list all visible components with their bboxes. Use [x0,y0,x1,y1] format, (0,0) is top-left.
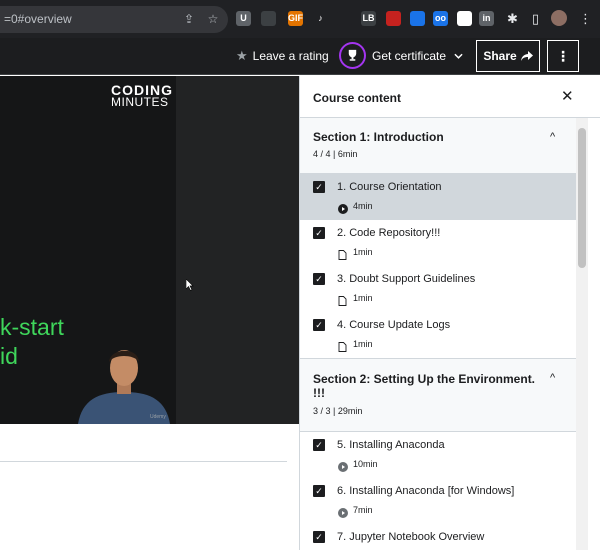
more-vertical-icon: ⋮ [556,47,570,64]
lecture-item[interactable]: ✓ 1. Course Orientation 4min [300,174,576,220]
divider [0,461,287,462]
completed-checkbox[interactable]: ✓ [313,319,325,331]
close-sidebar-icon[interactable]: ✕ [561,89,574,104]
mouse-cursor-icon [186,279,194,291]
section-2-header[interactable]: Section 2: Setting Up the Environment. !… [300,358,576,432]
article-file-icon [338,339,348,352]
lecture-duration: 4min [353,201,373,211]
qr-ext-icon[interactable] [457,11,472,26]
logo-line-2: MINUTES [111,95,169,109]
presenter-webcam [74,338,174,424]
article-file-icon [338,247,348,260]
lecture-item[interactable]: ✓ 4. Course Update Logs 1min [300,312,576,358]
completed-checkbox[interactable]: ✓ [313,485,325,497]
star-icon: ★ [236,48,248,63]
lecture-title: 6. Installing Anaconda [for Windows] [337,485,515,497]
course-content-sidebar: Course content ✕ Section 1: Introduction… [299,76,600,550]
pen-ext-icon[interactable] [337,11,352,26]
react-ext-icon[interactable] [410,11,425,26]
video-watermark: Udemy [150,414,166,420]
lb-ext-icon[interactable]: LB [361,11,376,26]
lecture-duration: 1min [353,247,373,257]
lecture-title: 7. Jupyter Notebook Overview [337,531,485,543]
url-text[interactable]: =0#overview [4,12,72,26]
share-label: Share [483,49,517,63]
lecture-title: 2. Code Repository!!! [337,227,441,239]
slide-text-line-2: id [0,343,18,369]
lecture-duration: 7min [353,505,373,515]
get-certificate-label: Get certificate [372,48,447,63]
lecture-duration: 10min [353,459,378,469]
lecture-duration: 1min [353,293,373,303]
section-title-line-2: !!! [313,386,325,400]
share-page-icon[interactable]: ⇪ [181,11,197,27]
sidebar-title: Course content [313,91,402,105]
oo-ext-icon[interactable]: oo [433,11,448,26]
red-ext-icon[interactable] [386,11,401,26]
lecture-item[interactable]: ✓ 5. Installing Anaconda 10min [300,432,576,478]
more-options-button[interactable]: ⋮ [547,40,579,72]
completed-checkbox[interactable]: ✓ [313,531,325,543]
gif-ext-icon[interactable]: GIF [288,11,303,26]
chrome-menu-icon[interactable]: ⋮ [577,10,594,27]
chevron-up-icon: ^ [550,131,556,143]
extensions-puzzle-icon[interactable]: ✱ [504,10,521,27]
lecture-duration: 1min [353,339,373,349]
section-1-header[interactable]: Section 1: Introduction 4 / 4 | 6min ^ [300,118,576,174]
address-bar[interactable]: =0#overview ⇪ ☆ [0,6,228,33]
scrollbar-thumb[interactable] [578,128,586,268]
sidebar-header: Course content ✕ [300,76,600,118]
lecture-title: 1. Course Orientation [337,181,442,193]
li-ext-icon[interactable]: in [479,11,494,26]
chevron-up-icon: ^ [550,372,556,384]
section-meta: 4 / 4 | 6min [313,149,358,159]
get-certificate-button[interactable]: Get certificate [339,42,463,69]
video-dark-panel [176,76,299,424]
u-ext-icon[interactable]: U [236,11,251,26]
lecture-item[interactable]: ✓ 6. Installing Anaconda [for Windows] 7mi… [300,478,576,524]
lecture-title: 3. Doubt Support Guidelines [337,273,476,285]
translate-ext-icon[interactable] [261,11,276,26]
course-header: ★ Leave a rating Get certificate Share ⋮ [0,38,600,75]
share-arrow-icon [520,51,533,61]
slide-text-line-1: k-start [0,314,64,340]
play-circle-icon [338,459,348,472]
browser-toolbar: =0#overview ⇪ ☆ U GIF ♪ LB oo in ✱ ▯ ⋮ [0,0,600,38]
completed-checkbox[interactable]: ✓ [313,181,325,193]
lecture-item[interactable]: ✓ 7. Jupyter Notebook Overview [300,524,576,550]
leave-rating-label: Leave a rating [252,49,329,63]
section-meta: 3 / 3 | 29min [313,406,363,416]
article-file-icon [338,293,348,306]
lecture-title: 5. Installing Anaconda [337,439,445,451]
music-ext-icon[interactable]: ♪ [313,11,328,26]
leave-rating-button[interactable]: ★ Leave a rating [236,48,329,64]
play-circle-icon [338,505,348,518]
profile-avatar[interactable] [551,10,567,26]
chevron-down-icon [454,53,463,59]
section-title-line-1: Section 2: Setting Up the Environment. [313,372,536,386]
video-player[interactable]: CODING MINUTES k-start id Udemy [0,76,299,424]
section-title: Section 1: Introduction [313,130,444,144]
coding-minutes-logo: CODING MINUTES [111,83,173,109]
course-overview-area [0,424,299,550]
lecture-title: 4. Course Update Logs [337,319,451,331]
completed-checkbox[interactable]: ✓ [313,439,325,451]
completed-checkbox[interactable]: ✓ [313,227,325,239]
lecture-item[interactable]: ✓ 2. Code Repository!!! 1min [300,220,576,266]
lecture-item[interactable]: ✓ 3. Doubt Support Guidelines 1min [300,266,576,312]
trophy-icon [339,42,366,69]
side-panel-icon[interactable]: ▯ [527,10,544,27]
bookmark-star-icon[interactable]: ☆ [205,11,221,27]
share-button[interactable]: Share [476,40,540,72]
play-circle-icon [338,201,348,214]
completed-checkbox[interactable]: ✓ [313,273,325,285]
